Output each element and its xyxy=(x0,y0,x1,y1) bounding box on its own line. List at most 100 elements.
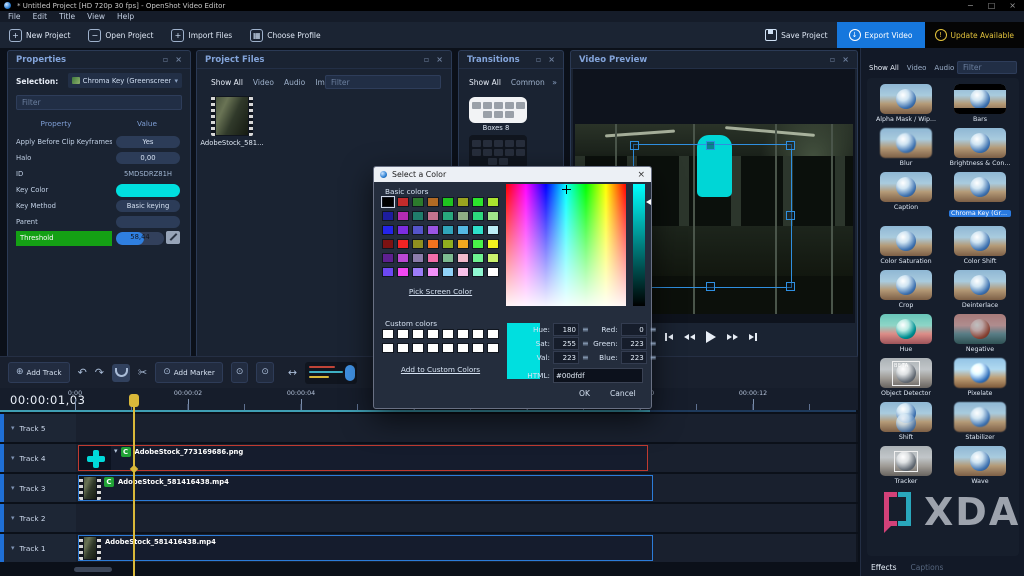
chevron-down-icon[interactable]: ▾ xyxy=(114,447,118,455)
basic-color-swatch[interactable] xyxy=(397,253,409,263)
effect-item[interactable]: Negative xyxy=(949,314,1011,353)
effect-badge[interactable]: C xyxy=(104,477,114,487)
ok-button[interactable]: OK xyxy=(579,389,590,398)
color-crosshair[interactable] xyxy=(562,185,571,194)
property-value[interactable]: Yes xyxy=(116,136,180,148)
basic-color-swatch[interactable] xyxy=(442,239,454,249)
effect-item[interactable]: Bars xyxy=(949,84,1011,123)
custom-color-swatch[interactable] xyxy=(397,343,409,353)
basic-color-swatch[interactable] xyxy=(442,253,454,263)
basic-color-swatch[interactable] xyxy=(412,253,424,263)
maximize-button[interactable]: □ xyxy=(988,1,996,10)
basic-color-swatch[interactable] xyxy=(457,197,469,207)
spinner-icon[interactable]: ≡ xyxy=(582,325,589,334)
basic-color-swatch[interactable] xyxy=(472,239,484,249)
menu-title[interactable]: Title xyxy=(59,12,75,21)
open-project-button[interactable]: − Open Project xyxy=(79,22,162,48)
transform-handle[interactable] xyxy=(630,141,639,150)
effect-item[interactable]: Wave xyxy=(949,446,1011,485)
hue-saturation-map[interactable] xyxy=(506,184,626,306)
add-marker-button[interactable]: ⊙ Add Marker xyxy=(155,362,223,383)
basic-color-swatch[interactable] xyxy=(472,267,484,277)
track-lane[interactable] xyxy=(76,504,856,532)
custom-color-swatch[interactable] xyxy=(442,329,454,339)
basic-color-swatch[interactable] xyxy=(397,267,409,277)
custom-color-swatch[interactable] xyxy=(397,329,409,339)
jump-start-button[interactable] xyxy=(665,333,673,341)
basic-color-swatch[interactable] xyxy=(412,239,424,249)
save-project-button[interactable]: Save Project xyxy=(756,22,836,48)
basic-color-swatch[interactable] xyxy=(442,197,454,207)
spinner-icon[interactable]: ≡ xyxy=(650,339,657,348)
green-field[interactable]: 223 xyxy=(621,337,647,350)
html-color-input[interactable] xyxy=(553,368,643,383)
snap-toggle-button[interactable] xyxy=(112,364,130,382)
close-panel-icon[interactable]: × xyxy=(548,55,555,64)
basic-color-swatch[interactable] xyxy=(427,239,439,249)
sat-field[interactable]: 255 xyxy=(553,337,579,350)
basic-color-swatch[interactable] xyxy=(412,211,424,221)
track-header[interactable]: ▾Track 1 xyxy=(4,534,76,562)
center-playhead-icon[interactable]: ↔ xyxy=(288,367,297,378)
effect-item[interactable]: Tracker xyxy=(875,446,937,485)
property-value[interactable] xyxy=(116,216,180,228)
effect-item[interactable]: Brightness & Con... xyxy=(949,128,1011,167)
red-field[interactable]: 0 xyxy=(621,323,647,336)
dialog-close-button[interactable]: × xyxy=(637,170,645,180)
custom-color-swatch[interactable] xyxy=(487,329,499,339)
basic-color-swatch[interactable] xyxy=(382,197,394,207)
custom-color-swatch[interactable] xyxy=(412,329,424,339)
basic-color-swatch[interactable] xyxy=(487,197,499,207)
track-header[interactable]: ▾Track 4 xyxy=(4,444,76,472)
track-header[interactable]: ▾Track 3 xyxy=(4,474,76,502)
custom-color-swatch[interactable] xyxy=(487,343,499,353)
dialog-titlebar[interactable]: Select a Color × xyxy=(374,167,651,182)
basic-color-swatch[interactable] xyxy=(472,211,484,221)
float-panel-icon[interactable]: ▫ xyxy=(424,55,429,64)
new-project-button[interactable]: + New Project xyxy=(0,22,79,48)
basic-color-swatch[interactable] xyxy=(427,211,439,221)
effect-item[interactable]: Shift xyxy=(875,402,937,441)
basic-color-swatch[interactable] xyxy=(442,225,454,235)
next-marker-button[interactable]: ⊙ xyxy=(256,362,274,383)
custom-color-swatch[interactable] xyxy=(442,343,454,353)
basic-color-swatch[interactable] xyxy=(427,253,439,263)
basic-color-swatch[interactable] xyxy=(382,225,394,235)
transform-handle[interactable] xyxy=(706,282,715,291)
previous-marker-button[interactable]: ⊙ xyxy=(231,362,249,383)
basic-color-swatch[interactable] xyxy=(472,197,484,207)
effect-item[interactable]: Blur xyxy=(875,128,937,167)
effect-item[interactable]: Alpha Mask / Wip... xyxy=(875,84,937,123)
undo-icon[interactable]: ↶ xyxy=(78,367,87,378)
spinner-icon[interactable]: ≡ xyxy=(650,325,657,334)
effect-item[interactable]: Color Shift xyxy=(949,226,1011,265)
key-color-swatch[interactable] xyxy=(116,184,180,197)
value-slider[interactable] xyxy=(633,184,645,306)
basic-color-swatch[interactable] xyxy=(442,267,454,277)
track-header[interactable]: ▾Track 2 xyxy=(4,504,76,532)
tab-show-all[interactable]: Show All xyxy=(869,64,899,72)
bottom-tab-effects[interactable]: Effects xyxy=(871,563,897,572)
effect-item[interactable]: Caption xyxy=(875,172,937,221)
float-panel-icon[interactable]: ▫ xyxy=(163,55,168,64)
effect-item[interactable]: Pixelate xyxy=(949,358,1011,397)
project-file-thumbnail[interactable] xyxy=(211,96,253,136)
basic-color-swatch[interactable] xyxy=(457,267,469,277)
effect-item[interactable]: Hue xyxy=(875,314,937,353)
track-lane[interactable] xyxy=(76,414,856,442)
timeline-clip[interactable]: C AdobeStock_581416438.mp4 xyxy=(78,475,653,501)
custom-color-swatch[interactable] xyxy=(382,329,394,339)
basic-color-swatch[interactable] xyxy=(487,267,499,277)
timeline-horizontal-scrollbar[interactable] xyxy=(74,567,112,572)
add-to-custom-colors-button[interactable]: Add to Custom Colors xyxy=(382,365,499,374)
basic-color-swatch[interactable] xyxy=(397,197,409,207)
close-panel-icon[interactable]: × xyxy=(436,55,443,64)
transform-handle[interactable] xyxy=(786,211,795,220)
basic-color-swatch[interactable] xyxy=(487,239,499,249)
basic-color-swatch[interactable] xyxy=(382,253,394,263)
menu-file[interactable]: File xyxy=(8,12,21,21)
tab-video[interactable]: Video xyxy=(253,78,274,87)
tab-audio[interactable]: Audio xyxy=(284,78,305,87)
basic-color-swatch[interactable] xyxy=(412,197,424,207)
redo-icon[interactable]: ↷ xyxy=(95,367,104,378)
